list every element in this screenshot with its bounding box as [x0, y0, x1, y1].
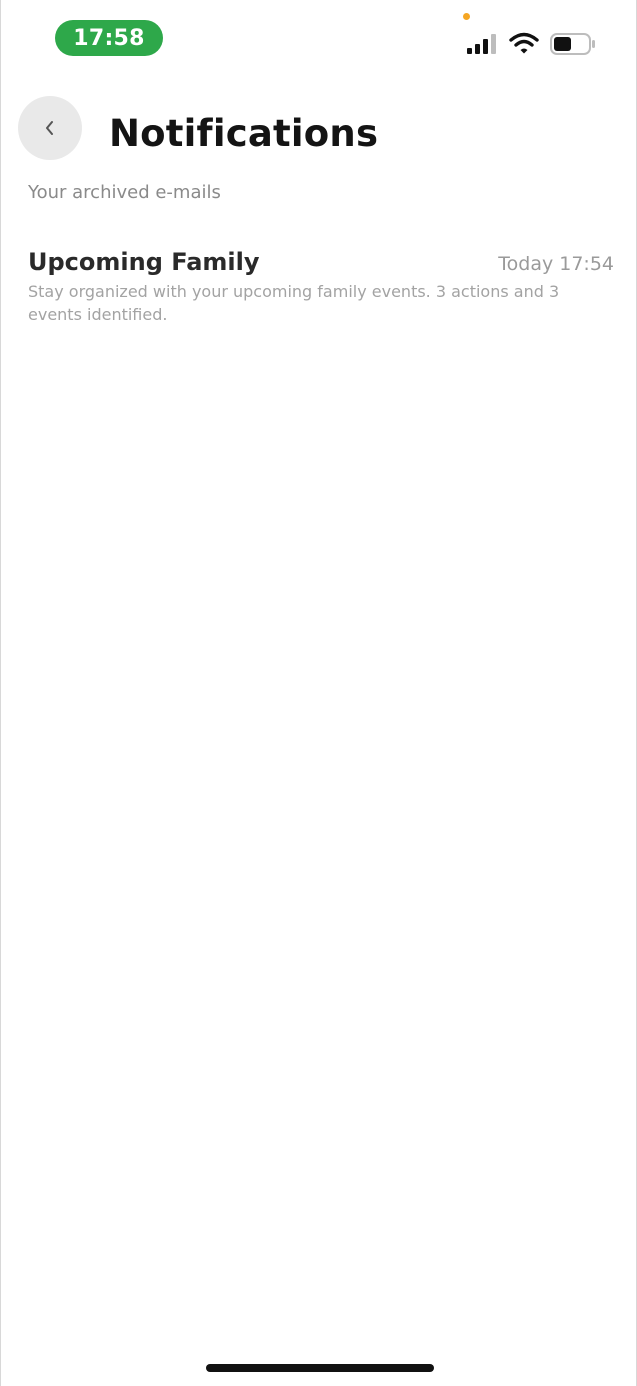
status-time: 17:58: [55, 20, 163, 56]
notification-preview: Stay organized with your upcoming family…: [28, 282, 560, 324]
privacy-indicator-dot: [463, 13, 470, 20]
status-bar: 17:58: [1, 0, 637, 80]
chevron-left-icon: [46, 121, 53, 135]
notification-item[interactable]: Upcoming Family Today 17:54 Stay organiz…: [28, 244, 614, 326]
notification-timestamp: Today 17:54: [498, 253, 614, 275]
back-button[interactable]: [18, 96, 82, 160]
notification-list: Upcoming Family Today 17:54 Stay organiz…: [28, 244, 614, 326]
page-title: Notifications: [109, 112, 379, 155]
wifi-icon: [509, 32, 539, 54]
notification-title: Upcoming Family: [28, 248, 260, 276]
battery-icon: [550, 33, 595, 55]
home-indicator[interactable]: [206, 1364, 434, 1372]
signal-icon: [467, 34, 496, 54]
notification-item-header: Upcoming Family Today 17:54: [28, 244, 614, 280]
page-subtitle: Your archived e-mails: [28, 182, 221, 203]
